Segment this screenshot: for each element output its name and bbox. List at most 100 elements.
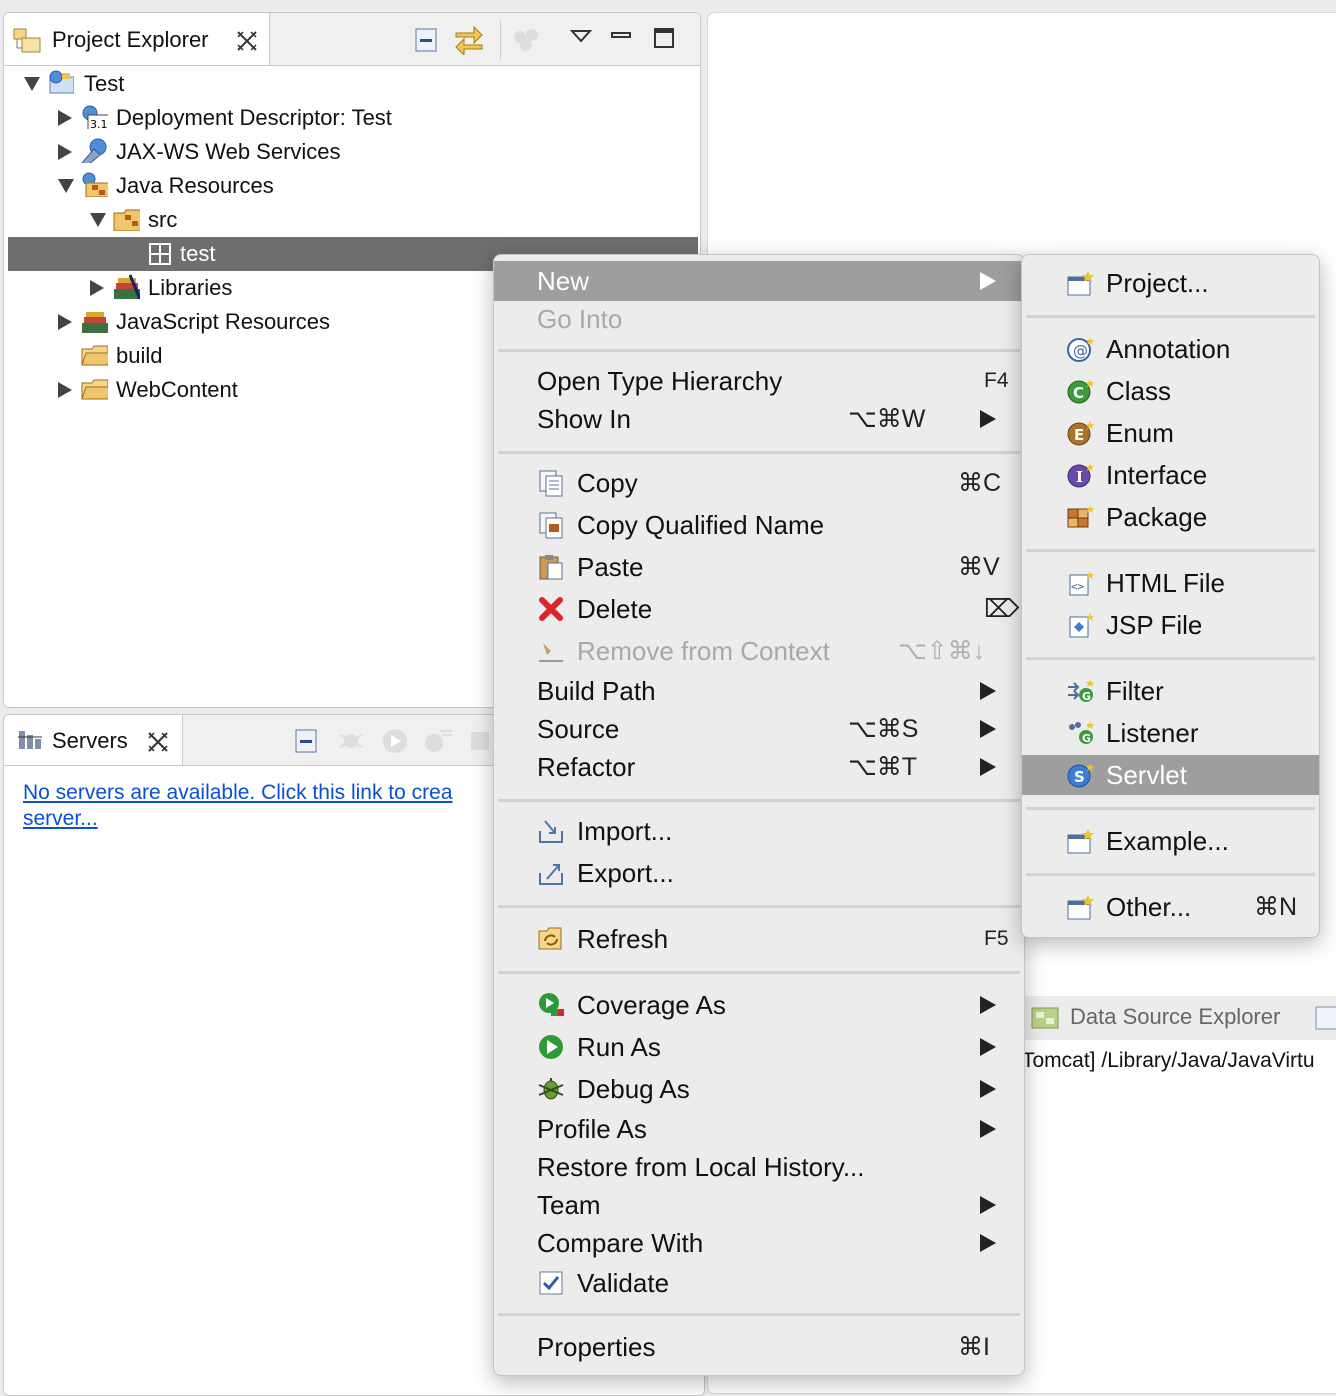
servlet-icon: S	[1067, 763, 1094, 788]
no-servers-link-line2[interactable]: server...	[23, 807, 98, 831]
expand-arrow-icon[interactable]	[58, 110, 72, 126]
menu-item-open-type-hierarchy[interactable]: Open Type Hierarchy F4	[494, 361, 1024, 401]
stop-server-icon[interactable]	[468, 729, 494, 753]
menu-item-run-as[interactable]: Run As	[494, 1027, 1024, 1067]
focus-icon[interactable]	[512, 27, 544, 53]
libraries-icon	[114, 274, 140, 299]
tree-item-java-resources[interactable]: Java Resources	[4, 169, 700, 203]
tree-item-libraries[interactable]: Libraries	[4, 271, 494, 305]
menu-item-go-into: Go Into	[537, 304, 623, 334]
submenu-item-html-file[interactable]: <> HTML File	[1022, 563, 1319, 603]
submenu-arrow-icon	[980, 272, 996, 290]
collapse-all-icon[interactable]	[292, 727, 320, 755]
web-services-icon	[81, 138, 107, 163]
expand-arrow-icon[interactable]	[90, 213, 106, 227]
menu-item-refactor[interactable]: Refactor ⌥⌘T	[494, 747, 1024, 787]
submenu-item-filter[interactable]: G Filter	[1022, 671, 1319, 711]
new-package-icon	[1067, 505, 1094, 528]
tree-item-label: Libraries	[148, 275, 233, 300]
interface-icon: I	[1067, 463, 1094, 488]
svg-text:C: C	[1073, 384, 1084, 402]
expand-arrow-icon[interactable]	[58, 144, 72, 160]
tree-item-webcontent[interactable]: WebContent	[4, 373, 494, 407]
tree-item-label: test	[180, 241, 216, 266]
menu-item-refresh[interactable]: Refresh F5	[494, 919, 1024, 959]
menu-item-copy[interactable]: Copy ⌘C	[494, 463, 1024, 503]
expand-arrow-icon[interactable]	[58, 382, 72, 398]
start-server-icon[interactable]	[380, 727, 410, 755]
tree-item-test-project[interactable]: Test	[4, 67, 700, 101]
filter-icon: G	[1068, 679, 1094, 703]
submenu-item-annotation[interactable]: @ Annotation	[1022, 329, 1319, 369]
collapse-all-icon[interactable]	[412, 26, 440, 54]
menu-item-properties[interactable]: Properties ⌘I	[494, 1327, 1024, 1367]
menu-item-copy-qualified-name[interactable]: Copy Qualified Name	[494, 505, 1024, 545]
submenu-item-example[interactable]: Example...	[1022, 821, 1319, 861]
menu-item-profile-as[interactable]: Profile As	[494, 1109, 1024, 1149]
minimize-icon[interactable]	[610, 27, 634, 47]
copy-qualified-icon	[539, 512, 563, 539]
class-icon: C	[1067, 379, 1094, 404]
tree-item-javascript-resources[interactable]: JavaScript Resources	[4, 305, 494, 339]
menu-item-new[interactable]: New	[494, 261, 1024, 301]
menu-item-import[interactable]: Import...	[494, 811, 1024, 851]
jsp-file-icon	[1069, 613, 1094, 638]
menu-separator	[498, 905, 1020, 908]
no-servers-link-line1[interactable]: No servers are available. Click this lin…	[23, 781, 453, 805]
submenu-item-servlet[interactable]: S Servlet	[1022, 755, 1319, 795]
expand-arrow-icon[interactable]	[58, 314, 72, 330]
close-icon[interactable]	[235, 29, 259, 53]
submenu-item-other[interactable]: Other... ⌘N	[1022, 887, 1319, 927]
tree-item-build[interactable]: build	[4, 339, 494, 373]
menu-separator	[1026, 657, 1315, 660]
expand-arrow-icon[interactable]	[58, 179, 74, 193]
link-with-editor-icon[interactable]	[452, 23, 486, 55]
servers-tab[interactable]: Servers	[4, 715, 183, 765]
console-line: Tomcat] /Library/Java/JavaVirtu	[1022, 1044, 1336, 1088]
refresh-icon	[538, 927, 562, 950]
tree-item-jax-ws[interactable]: JAX-WS Web Services	[4, 135, 700, 169]
menu-item-restore-local-history[interactable]: Restore from Local History...	[494, 1147, 1024, 1187]
libraries-icon	[82, 312, 108, 333]
run-icon	[539, 1035, 563, 1059]
submenu-item-interface[interactable]: I Interface	[1022, 455, 1319, 495]
svg-text:S: S	[1074, 768, 1085, 786]
submenu-item-project[interactable]: Project...	[1022, 263, 1319, 303]
tree-item-label: src	[148, 207, 178, 232]
expand-arrow-icon[interactable]	[90, 280, 104, 296]
html-file-icon: <>	[1069, 571, 1094, 596]
debug-server-icon[interactable]	[336, 727, 366, 755]
tree-item-src[interactable]: src	[4, 203, 700, 237]
project-explorer-tab[interactable]: Project Explorer	[4, 13, 270, 65]
profile-server-icon[interactable]	[422, 727, 454, 755]
tree-item-deployment-descriptor[interactable]: 3.1 Deployment Descriptor: Test	[4, 101, 700, 135]
menu-item-source[interactable]: Source ⌥⌘S	[494, 709, 1024, 749]
new-project-icon	[1067, 271, 1094, 296]
menu-item-build-path[interactable]: Build Path	[494, 671, 1024, 711]
menu-separator	[498, 799, 1020, 802]
submenu-item-package[interactable]: Package	[1022, 497, 1319, 537]
expand-arrow-icon[interactable]	[24, 77, 40, 91]
menu-item-delete[interactable]: Delete ⌦	[494, 589, 1024, 629]
menu-item-show-in[interactable]: Show In ⌥⌘W	[494, 399, 1024, 439]
view-menu-icon[interactable]	[570, 27, 594, 47]
maximize-icon[interactable]	[652, 25, 678, 51]
annotation-icon: @	[1067, 337, 1094, 362]
menu-item-team[interactable]: Team	[494, 1185, 1024, 1225]
menu-item-export[interactable]: Export...	[494, 853, 1024, 893]
submenu-item-class[interactable]: C Class	[1022, 371, 1319, 411]
close-icon[interactable]	[146, 730, 170, 754]
menu-item-validate[interactable]: Validate	[494, 1263, 1024, 1303]
snippets-icon	[1315, 1006, 1336, 1030]
menu-item-debug-as[interactable]: Debug As	[494, 1069, 1024, 1109]
submenu-item-enum[interactable]: E Enum	[1022, 413, 1319, 453]
menu-item-paste[interactable]: Paste ⌘V	[494, 547, 1024, 587]
submenu-item-listener[interactable]: G Listener	[1022, 713, 1319, 753]
data-source-tab-label[interactable]: Data Source Explorer	[1070, 1004, 1280, 1030]
menu-item-coverage-as[interactable]: Coverage As	[494, 985, 1024, 1025]
menu-item-compare-with[interactable]: Compare With	[494, 1223, 1024, 1263]
tree-item-label: JAX-WS Web Services	[116, 139, 341, 164]
svg-text:G: G	[1082, 690, 1091, 703]
project-explorer-title: Project Explorer	[52, 27, 209, 52]
submenu-item-jsp-file[interactable]: JSP File	[1022, 605, 1319, 645]
